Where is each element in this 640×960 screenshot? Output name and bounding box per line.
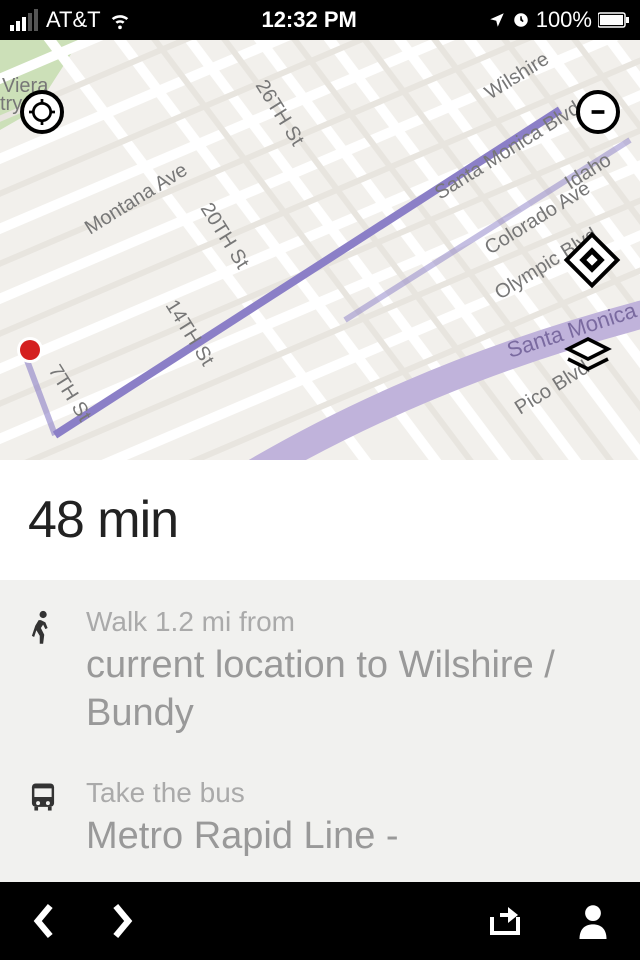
clock-icon <box>512 11 530 29</box>
crosshair-icon <box>29 99 55 125</box>
bottom-toolbar <box>0 882 640 960</box>
direction-step[interactable]: Take the bus Metro Rapid Line - <box>0 737 640 861</box>
share-icon <box>486 903 526 939</box>
signal-icon <box>10 9 38 31</box>
trip-duration: 48 min <box>28 490 612 550</box>
clock: 12:32 PM <box>261 7 356 33</box>
person-icon <box>576 903 610 939</box>
battery-icon <box>598 12 630 28</box>
direction-step[interactable]: Walk 1.2 mi from current location to Wil… <box>0 580 640 737</box>
step-summary: Walk 1.2 mi from <box>86 606 612 638</box>
trip-summary: 48 min <box>0 460 640 580</box>
bus-icon <box>28 777 64 861</box>
previous-button[interactable] <box>30 901 58 941</box>
battery-label: 100% <box>536 7 592 33</box>
layers-button[interactable] <box>564 335 612 380</box>
profile-button[interactable] <box>576 903 610 939</box>
carrier-label: AT&T <box>46 7 101 33</box>
chevron-left-icon <box>30 901 58 941</box>
step-detail: current location to Wilshire / Bundy <box>86 642 612 737</box>
share-button[interactable] <box>486 903 526 939</box>
chevron-right-icon <box>108 901 136 941</box>
locate-me-button[interactable] <box>20 90 64 134</box>
location-arrow-icon <box>488 11 506 29</box>
step-text: Take the bus Metro Rapid Line - <box>86 777 612 861</box>
step-text: Walk 1.2 mi from current location to Wil… <box>86 606 612 737</box>
step-detail: Metro Rapid Line - <box>86 813 612 861</box>
map-canvas: Montana Ave26TH St20TH St14TH St7TH StWi… <box>0 40 640 460</box>
status-right: 100% <box>488 7 630 33</box>
wifi-icon <box>109 9 131 31</box>
map-view[interactable]: Montana Ave26TH St20TH St14TH St7TH StWi… <box>0 40 640 460</box>
next-button[interactable] <box>108 901 136 941</box>
minus-icon <box>587 101 609 123</box>
layers-icon <box>564 335 612 375</box>
status-left: AT&T <box>10 7 131 33</box>
walk-icon <box>28 606 64 737</box>
step-summary: Take the bus <box>86 777 612 809</box>
directions-list[interactable]: Walk 1.2 mi from current location to Wil… <box>0 580 640 920</box>
zoom-out-button[interactable] <box>576 90 620 134</box>
status-bar: AT&T 12:32 PM 100% <box>0 0 640 40</box>
